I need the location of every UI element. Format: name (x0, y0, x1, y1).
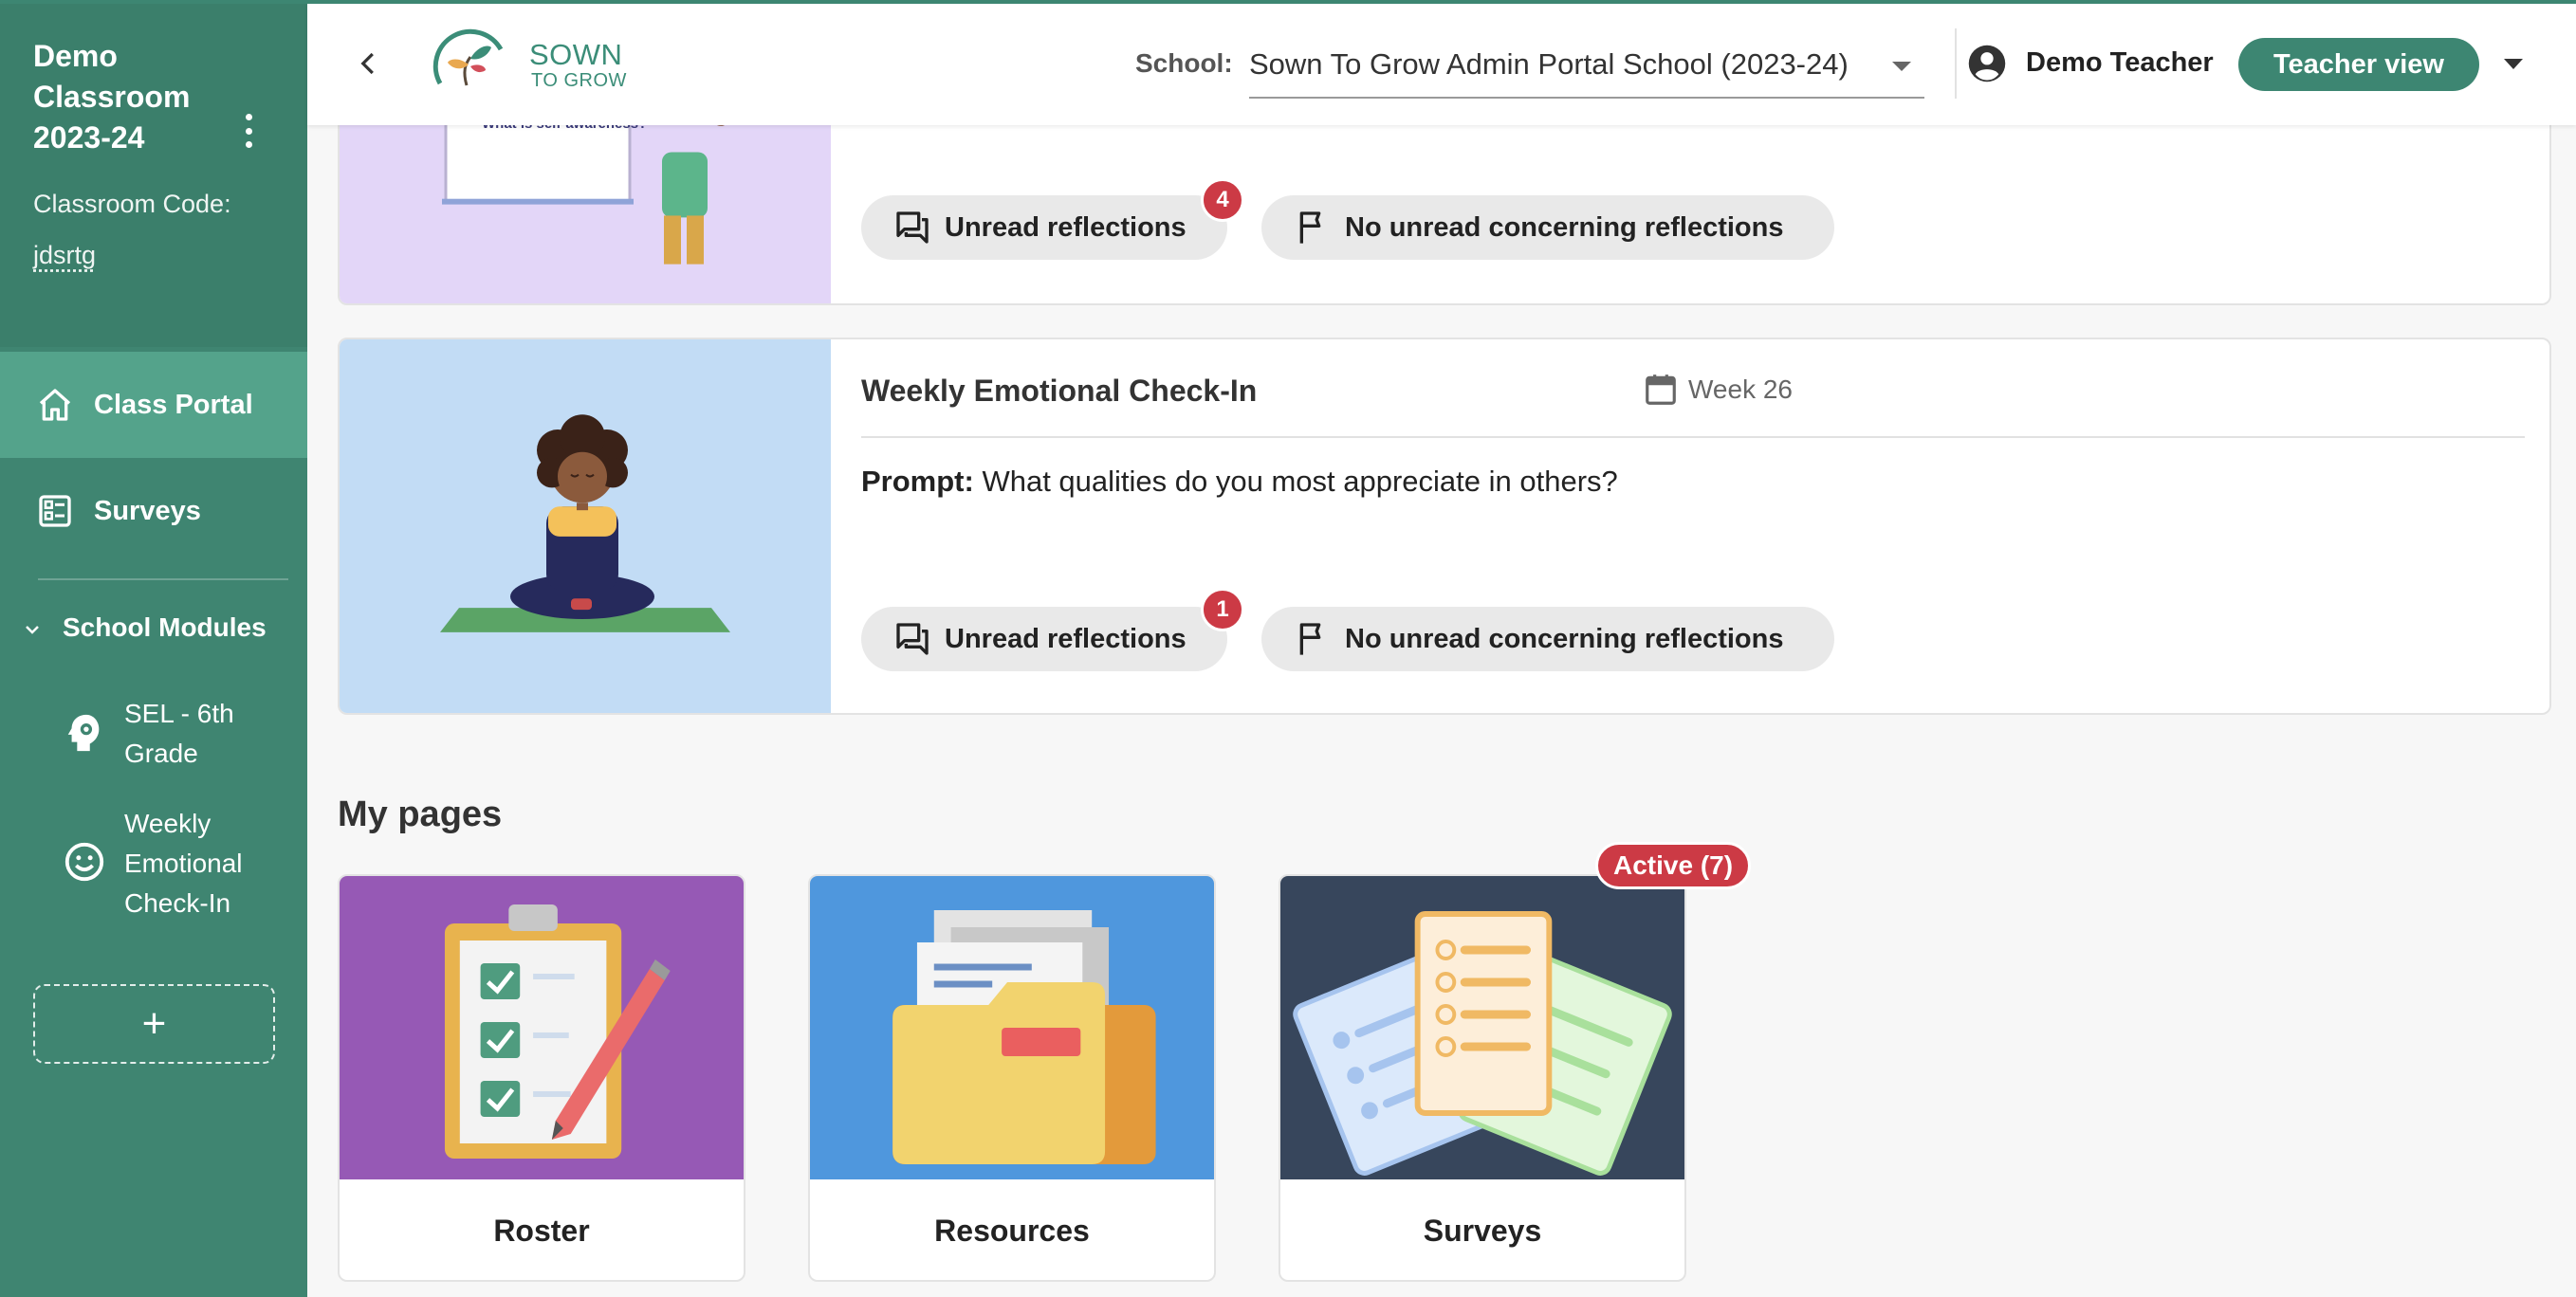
unread-count-badge: 1 (1201, 588, 1244, 631)
page-tile-label: Resources (934, 1214, 1090, 1248)
concerning-reflections-chip[interactable]: No unread concerning reflections (1261, 195, 1834, 260)
week-label: Week 26 (1643, 372, 1793, 408)
school-modules-toggle[interactable]: School Modules (0, 597, 307, 664)
school-select-value: Sown To Grow Admin Portal School (2023-2… (1249, 47, 1849, 81)
flag-icon (1299, 211, 1321, 244)
classroom-code-label: Classroom Code: (33, 190, 231, 218)
chip-label: No unread concerning reflections (1345, 624, 1784, 654)
head-gear-icon (67, 714, 100, 752)
meditating-girl-illustration (340, 339, 831, 713)
prompt-text: What qualities do you most appreciate in… (982, 465, 1618, 498)
flag-icon (1299, 623, 1321, 655)
calendar-icon (1646, 374, 1676, 405)
sidebar-module-label: Weekly Emotional Check-In (124, 809, 243, 918)
school-label: School: (1135, 48, 1233, 78)
add-module-button[interactable]: + (33, 984, 275, 1064)
school-select[interactable]: Sown To Grow Admin Portal School (2023-2… (1249, 27, 1924, 99)
my-pages-title: My pages (338, 795, 503, 834)
card-divider (861, 436, 2525, 438)
classroom-menu-icon[interactable] (237, 114, 260, 148)
page-tile-roster[interactable]: Roster (338, 874, 745, 1282)
user-name: Demo Teacher (2026, 47, 2214, 78)
sidebar-module-weekly-check-in[interactable]: Weekly Emotional Check-In (0, 804, 307, 927)
concerning-reflections-chip[interactable]: No unread concerning reflections (1261, 607, 1834, 671)
school-modules-label: School Modules (63, 612, 267, 642)
classroom-title: Demo Classroom 2023-24 (33, 39, 191, 155)
card-prompt: Prompt: What qualities do you most appre… (861, 465, 1618, 499)
sidebar-item-surveys[interactable]: Surveys (0, 458, 307, 564)
teacher-view-button[interactable]: Teacher view (2238, 38, 2479, 91)
top-header: SOWN TO GROW School: Sown To Grow Admin … (307, 4, 2576, 125)
classroom-code-value[interactable]: jdsrtg (33, 241, 96, 270)
sidebar-item-label: Surveys (94, 495, 201, 526)
header-separator (1955, 28, 1957, 99)
chat-bubbles-icon (896, 211, 929, 244)
chevron-down-icon (26, 626, 39, 634)
sidebar-module-sel[interactable]: SEL - 6th Grade (0, 692, 307, 777)
logo-text-line2: TO GROW (531, 70, 627, 91)
page-tile-resources[interactable]: Resources (808, 874, 1216, 1282)
back-chevron-icon[interactable] (355, 47, 383, 80)
active-surveys-badge: Active (7) (1595, 842, 1752, 889)
reflection-card: Weekly Emotional Check-In Week 26 Prompt… (338, 338, 2551, 715)
sidebar-item-class-portal[interactable]: Class Portal (0, 352, 307, 458)
page-tile-surveys[interactable]: Surveys (1279, 874, 1686, 1282)
page-tile-label: Roster (493, 1214, 590, 1248)
logo-text-line1: SOWN (529, 38, 623, 71)
survey-papers-icon (1280, 876, 1684, 1179)
week-text: Week 26 (1688, 374, 1793, 404)
chip-label: Unread reflections (945, 624, 1187, 654)
unread-reflections-chip[interactable]: Unread reflections (861, 195, 1227, 260)
survey-icon (39, 495, 71, 527)
home-icon (39, 389, 71, 421)
smile-icon (64, 842, 104, 882)
classroom-header: Demo Classroom 2023-24 Classroom Code: j… (0, 0, 307, 347)
folder-icon (810, 876, 1214, 1179)
sidebar-module-label: SEL - 6th Grade (124, 699, 234, 768)
caret-down-icon (1892, 62, 1911, 71)
sidebar-item-label: Class Portal (94, 389, 253, 420)
account-circle-icon (1968, 45, 2006, 82)
prompt-label: Prompt: (861, 465, 974, 498)
clipboard-icon (340, 876, 744, 1179)
sidebar: Demo Classroom 2023-24 Classroom Code: j… (0, 0, 307, 1297)
top-accent-bar (0, 0, 2576, 4)
chip-label: Unread reflections (945, 212, 1187, 243)
unread-count-badge: 4 (1201, 178, 1244, 222)
unread-reflections-chip[interactable]: Unread reflections (861, 607, 1227, 671)
sidebar-divider (38, 578, 288, 580)
user-menu-caret-icon[interactable] (2504, 59, 2523, 69)
page-tile-label: Surveys (1423, 1214, 1542, 1248)
chip-label: No unread concerning reflections (1345, 212, 1784, 243)
card-title: Weekly Emotional Check-In (861, 374, 1258, 408)
chat-bubbles-icon (896, 623, 929, 655)
